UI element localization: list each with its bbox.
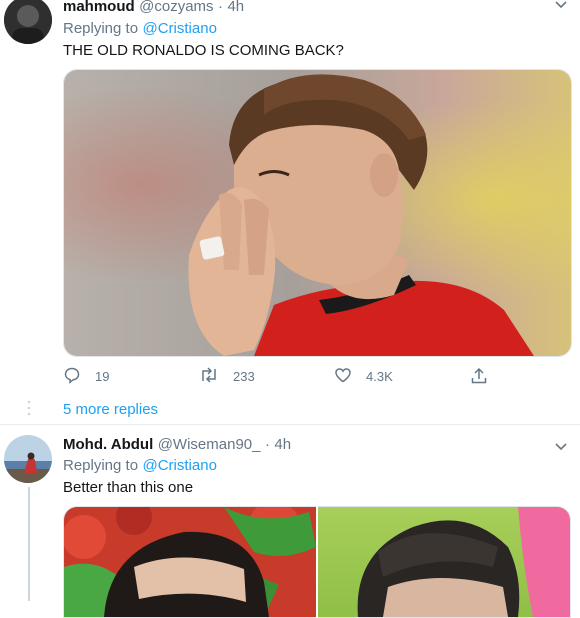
tweet-text: Better than this one xyxy=(63,479,194,496)
replying-to-link[interactable]: @Cristiano xyxy=(143,457,217,474)
avatar[interactable] xyxy=(4,0,52,44)
display-name[interactable]: Mohd. Abdul xyxy=(63,436,153,453)
thread-connector-dots xyxy=(27,399,31,419)
tweet-text: THE OLD RONALDO IS COMING BACK? xyxy=(63,42,344,59)
timestamp[interactable]: 4h xyxy=(274,436,291,453)
caret-icon[interactable] xyxy=(553,438,569,454)
timestamp[interactable]: 4h xyxy=(227,0,244,15)
share-icon[interactable] xyxy=(470,367,488,385)
tweet-image-right[interactable] xyxy=(318,506,571,618)
retweet-count: 233 xyxy=(233,369,255,384)
divider xyxy=(0,424,580,425)
caret-icon[interactable] xyxy=(553,0,569,12)
retweet-action[interactable]: 233 xyxy=(199,366,255,387)
more-replies-link[interactable]: 5 more replies xyxy=(63,401,158,418)
avatar[interactable] xyxy=(4,435,52,483)
separator: · xyxy=(264,436,270,453)
separator: · xyxy=(218,0,223,15)
tweet-header: Mohd. Abdul @Wiseman90_ · 4h xyxy=(63,436,291,454)
handle[interactable]: @Wiseman90_ xyxy=(158,436,261,453)
replying-line: Replying to @Cristiano xyxy=(63,457,217,475)
reply-action[interactable]: 19 xyxy=(63,366,109,387)
replying-line: Replying to @Cristiano xyxy=(63,20,217,38)
reply-count: 19 xyxy=(95,369,110,384)
tweet-image[interactable] xyxy=(63,69,572,357)
replying-label: Replying to xyxy=(63,20,139,37)
tweet-image-left[interactable] xyxy=(63,506,316,618)
replying-label: Replying to xyxy=(63,457,139,474)
retweet-icon xyxy=(199,366,219,387)
heart-icon xyxy=(334,366,352,387)
reply-icon xyxy=(63,366,81,387)
replying-to-link[interactable]: @Cristiano xyxy=(143,20,217,37)
like-action[interactable]: 4.3K xyxy=(334,366,393,387)
display-name[interactable]: mahmoud xyxy=(63,0,135,15)
thread-line xyxy=(28,487,30,601)
photo-illustration xyxy=(64,70,571,356)
tweet-header: mahmoud @cozyams · 4h xyxy=(63,0,244,16)
like-count: 4.3K xyxy=(366,369,393,384)
handle[interactable]: @cozyams xyxy=(139,0,213,15)
